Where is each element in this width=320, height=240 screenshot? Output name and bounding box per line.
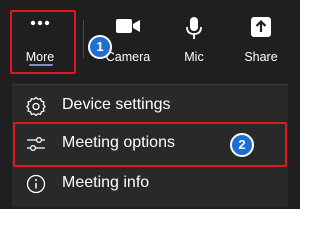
menu-item-label: Device settings (62, 96, 171, 113)
step-2-badge: 2 (230, 133, 254, 157)
menu-item-device-settings[interactable]: Device settings (12, 87, 288, 125)
share-upload-icon (250, 16, 272, 41)
share-button[interactable]: Share (230, 10, 292, 72)
microphone-icon (185, 16, 203, 43)
mic-button[interactable]: Mic (164, 10, 224, 72)
menu-item-meeting-info[interactable]: Meeting info (12, 165, 288, 203)
step-1-badge: 1 (88, 35, 112, 59)
menu-item-label: Meeting info (62, 174, 150, 191)
share-label: Share (244, 50, 278, 64)
info-icon (26, 174, 46, 194)
meeting-window: More Camera Mic Share Device settings Me… (0, 0, 300, 209)
step-1-highlight (10, 10, 76, 74)
gear-icon (26, 96, 46, 117)
camera-icon (115, 16, 141, 39)
toolbar-divider (83, 20, 84, 58)
mic-label: Mic (184, 50, 204, 64)
